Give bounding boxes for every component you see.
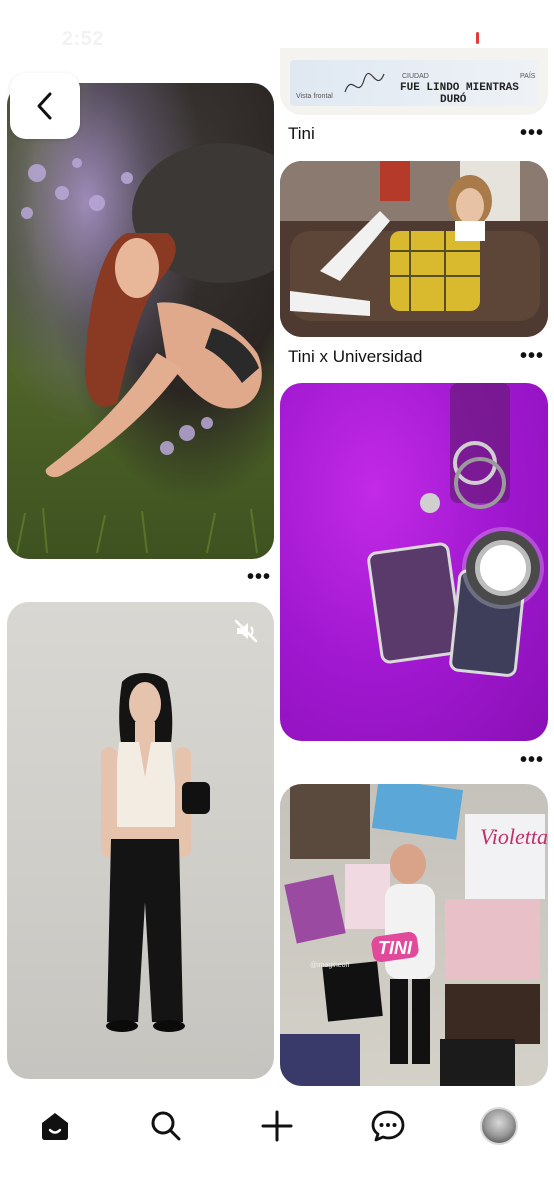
- home-icon: [42, 1113, 69, 1140]
- id-card-label-vista: Vista frontal: [296, 93, 333, 100]
- pin-collage-image[interactable]: Violetta TINI @imagineoff: [280, 784, 548, 1086]
- video-playback-indicator[interactable]: [466, 531, 540, 605]
- status-time: 2:52: [62, 28, 105, 50]
- record-circle-icon: [475, 540, 531, 596]
- messages-icon: [371, 1110, 405, 1142]
- more-options-button[interactable]: •••: [520, 346, 544, 366]
- pin-girl-grass-image[interactable]: [7, 83, 274, 559]
- search-icon: [151, 1111, 181, 1141]
- mute-icon[interactable]: [233, 618, 259, 644]
- bottom-navigation-bar: [0, 1086, 554, 1200]
- chevron-left-icon: [37, 92, 52, 120]
- id-card-label-pais: PAÍS: [520, 73, 536, 80]
- recording-indicator: [476, 32, 479, 44]
- id-card-graphic: Vista frontal CIUDAD PAÍS FUE LINDO MIEN…: [290, 60, 538, 106]
- profile-avatar: [479, 1107, 518, 1145]
- nav-create[interactable]: [247, 1104, 307, 1148]
- woman-outfit-illustration: [101, 673, 210, 1032]
- more-options-button[interactable]: •••: [247, 567, 271, 587]
- collage-watermark: @imagineoff: [310, 962, 349, 969]
- nav-search[interactable]: [136, 1104, 196, 1148]
- collage-illustration: Violetta TINI @imagineoff: [280, 784, 548, 1086]
- nav-profile[interactable]: [469, 1104, 529, 1148]
- id-card-text-line1: FUE LINDO MIENTRAS: [400, 82, 519, 94]
- pin-woman-outfit-image[interactable]: [7, 602, 274, 1079]
- id-card-text-line2: DURÓ: [440, 94, 467, 106]
- violetta-logo-text: Violetta: [480, 824, 548, 849]
- signature-graphic: [344, 72, 385, 93]
- id-card-label-ciudad: CIUDAD: [402, 73, 429, 80]
- pin-universidad-image[interactable]: [280, 161, 548, 337]
- plus-icon: [261, 1110, 293, 1142]
- tini-sticker-text: TINI: [378, 938, 413, 958]
- nav-home[interactable]: [25, 1104, 85, 1148]
- universidad-illustration: [280, 161, 548, 337]
- nav-messages[interactable]: [358, 1104, 418, 1148]
- girl-grass-illustration: [16, 143, 274, 554]
- more-options-button[interactable]: •••: [520, 750, 544, 770]
- more-options-button[interactable]: •••: [520, 123, 544, 143]
- pin-title-tini[interactable]: Tini: [288, 124, 315, 144]
- pin-title-universidad[interactable]: Tini x Universidad: [288, 347, 422, 367]
- pin-id-card-image[interactable]: Vista frontal CIUDAD PAÍS FUE LINDO MIEN…: [280, 48, 548, 115]
- back-button[interactable]: [10, 73, 80, 139]
